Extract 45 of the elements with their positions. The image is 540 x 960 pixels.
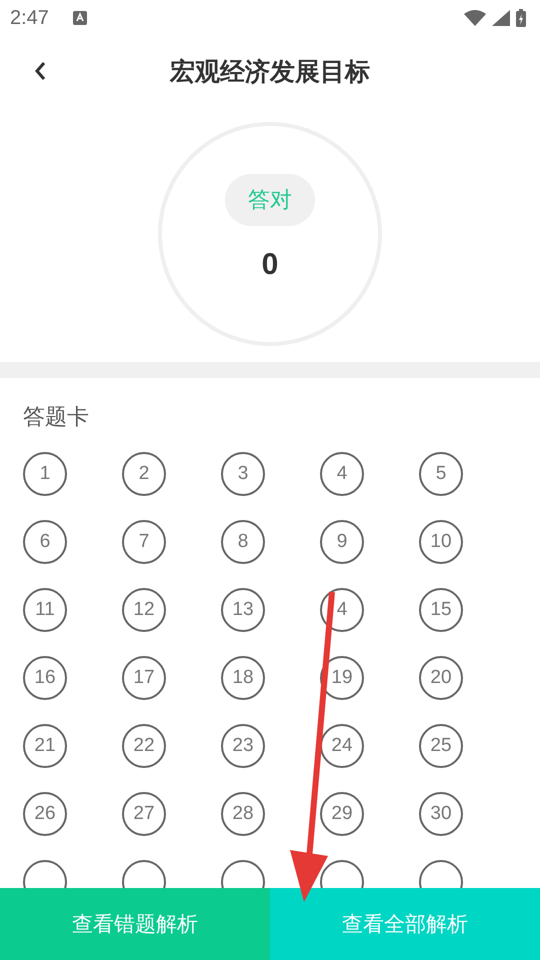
question-number[interactable]: 13 <box>221 588 265 632</box>
question-number[interactable]: 1 <box>23 452 67 496</box>
question-number[interactable] <box>320 860 364 888</box>
question-number[interactable]: 30 <box>419 792 463 836</box>
question-number[interactable]: 25 <box>419 724 463 768</box>
answer-card-title: 答题卡 <box>23 404 90 432</box>
question-number[interactable]: 28 <box>221 792 265 836</box>
question-number[interactable]: 29 <box>320 792 364 836</box>
question-number[interactable] <box>122 860 166 888</box>
question-number[interactable]: 8 <box>221 520 265 564</box>
question-number[interactable]: 6 <box>23 520 67 564</box>
question-number[interactable]: 22 <box>122 724 166 768</box>
question-number[interactable]: 27 <box>122 792 166 836</box>
question-number[interactable]: 7 <box>122 520 166 564</box>
question-number[interactable]: 18 <box>221 656 265 700</box>
keyboard-icon <box>72 11 87 25</box>
question-number[interactable]: 5 <box>419 452 463 496</box>
question-number[interactable]: 12 <box>122 588 166 632</box>
status-time: 2:47 <box>10 6 49 30</box>
page-title: 宏观经济发展目标 <box>170 56 370 88</box>
question-number[interactable] <box>23 860 67 888</box>
question-number[interactable]: 15 <box>419 588 463 632</box>
question-number[interactable]: 4 <box>320 452 364 496</box>
question-number[interactable]: 11 <box>23 588 67 632</box>
back-icon[interactable] <box>34 61 46 81</box>
wifi-icon <box>464 10 486 26</box>
question-number[interactable]: 2 <box>122 452 166 496</box>
signal-icon <box>492 10 510 26</box>
question-number[interactable]: 19 <box>320 656 364 700</box>
question-number[interactable]: 17 <box>122 656 166 700</box>
question-number[interactable]: 3 <box>221 452 265 496</box>
question-number[interactable]: 20 <box>419 656 463 700</box>
question-number[interactable] <box>419 860 463 888</box>
question-number[interactable]: 26 <box>23 792 67 836</box>
question-number[interactable]: 4 <box>320 588 364 632</box>
battery-icon <box>516 9 526 27</box>
score-value: 0 <box>262 248 278 282</box>
question-number[interactable]: 24 <box>320 724 364 768</box>
question-number[interactable] <box>221 860 265 888</box>
question-number[interactable]: 9 <box>320 520 364 564</box>
question-number[interactable]: 23 <box>221 724 265 768</box>
question-number[interactable]: 10 <box>419 520 463 564</box>
score-label: 答对 <box>225 174 315 226</box>
question-number[interactable]: 21 <box>23 724 67 768</box>
question-number[interactable]: 16 <box>23 656 67 700</box>
